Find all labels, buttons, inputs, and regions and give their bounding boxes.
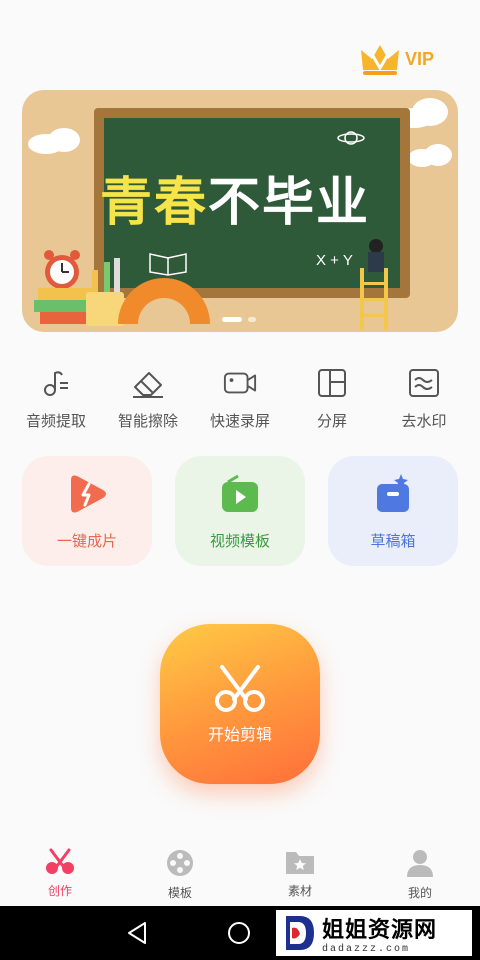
watermark-title: 姐姐资源网 <box>322 917 438 943</box>
nav-label: 创作 <box>47 884 72 898</box>
audio-extract-icon <box>44 371 68 396</box>
tool-label: 音频提取 <box>25 412 86 430</box>
video-template-icon <box>222 474 258 512</box>
eraser-icon <box>133 372 163 398</box>
banner-pagination <box>222 317 256 322</box>
scissors-icon <box>46 848 74 874</box>
tool-audio-extract[interactable]: 音频提取 <box>12 366 100 431</box>
video-camera-icon <box>223 372 257 394</box>
watermark-url: dadazzz.com <box>322 943 411 955</box>
card-one-click-video[interactable]: 一键成片 <box>22 456 152 566</box>
tool-label: 快速录屏 <box>209 412 270 430</box>
tool-screen-record[interactable]: 快速录屏 <box>196 366 284 431</box>
vip-button[interactable]: VIP <box>359 42 434 76</box>
girl-on-ladder-icon <box>360 239 388 330</box>
tool-label: 智能擦除 <box>117 412 178 430</box>
nav-materials[interactable]: 素材 <box>260 842 340 906</box>
system-nav-bar: 姐姐资源网 dadazzz.com <box>0 906 480 960</box>
tool-label: 分屏 <box>316 412 347 430</box>
vip-label: VIP <box>404 48 434 69</box>
banner-title-white: 不毕业 <box>208 173 371 233</box>
cloud-icon <box>408 144 452 167</box>
card-label: 视频模板 <box>209 531 270 550</box>
pagination-dot-active <box>222 317 242 322</box>
tools-row: 音频提取 智能擦除 快速录屏 分屏 去水印 <box>0 366 480 431</box>
tool-smart-erase[interactable]: 智能擦除 <box>104 366 192 431</box>
card-video-template[interactable]: 视频模板 <box>175 456 305 566</box>
watermark-logo-icon <box>286 916 314 950</box>
home-icon[interactable] <box>228 922 250 944</box>
bottom-nav: 创作 模板 素材 我的 <box>0 842 480 906</box>
planet-icon <box>337 131 365 145</box>
split-screen-icon <box>318 369 346 397</box>
tool-split-screen[interactable]: 分屏 <box>288 366 376 431</box>
protractor-icon <box>118 278 210 324</box>
nav-profile[interactable]: 我的 <box>380 842 460 906</box>
start-editing-label: 开始剪辑 <box>207 725 272 744</box>
person-icon <box>407 850 433 877</box>
card-label: 一键成片 <box>56 531 117 550</box>
banner-title: 青春不毕业 <box>100 160 370 235</box>
nav-templates[interactable]: 模板 <box>140 842 220 906</box>
card-label: 草稿箱 <box>370 531 416 550</box>
scissors-icon <box>215 665 265 712</box>
nav-label: 我的 <box>407 886 432 900</box>
tool-remove-watermark[interactable]: 去水印 <box>380 366 468 431</box>
pagination-dot <box>248 317 256 322</box>
cloud-icon <box>28 128 80 154</box>
nav-label: 素材 <box>287 884 312 898</box>
nav-create[interactable]: 创作 <box>20 842 100 906</box>
drafts-icon <box>377 473 409 512</box>
nav-label: 模板 <box>167 886 192 900</box>
card-drafts[interactable]: 草稿箱 <box>328 456 458 566</box>
banner-title-yellow: 青春 <box>100 173 209 233</box>
film-reel-icon <box>167 850 193 876</box>
site-watermark: 姐姐资源网 dadazzz.com <box>276 910 472 956</box>
feature-cards: 一键成片 视频模板 草稿箱 <box>22 456 458 566</box>
one-click-video-icon <box>71 475 106 512</box>
tool-label: 去水印 <box>401 412 447 430</box>
back-icon[interactable] <box>126 921 148 945</box>
banner-formula: X + Y <box>316 252 353 269</box>
promo-banner[interactable]: 青春不毕业 X + Y <box>22 90 458 332</box>
start-editing-button[interactable]: 开始剪辑 <box>160 624 320 784</box>
star-folder-icon <box>286 852 314 874</box>
book-icon <box>149 253 187 276</box>
crown-icon <box>360 45 399 75</box>
remove-watermark-icon <box>409 369 439 397</box>
